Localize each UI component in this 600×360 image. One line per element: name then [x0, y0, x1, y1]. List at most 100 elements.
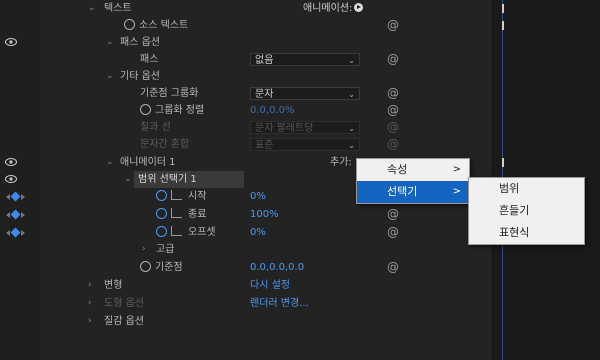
animate-label: 애니메이션:: [303, 3, 353, 14]
pickwhip-icon[interactable]: @: [387, 224, 399, 241]
submenu-item-range[interactable]: 범위: [469, 178, 584, 200]
anchor-grouping-dropdown[interactable]: 문자 ⌄: [250, 87, 360, 100]
fill-stroke-label: 칠과 선: [140, 122, 171, 133]
offset-label: 오프셋: [152, 224, 220, 241]
stopwatch-icon[interactable]: [140, 103, 151, 115]
inter-char-blend-dropdown[interactable]: 표준 ⌄: [250, 138, 360, 151]
graph-icon[interactable]: [171, 190, 182, 200]
fill-stroke-dropdown[interactable]: 문자 팔레트당 ⌄: [250, 121, 360, 134]
path-options-row[interactable]: ⌄ 패스 옵션: [0, 34, 492, 51]
context-menu: 속성 > 선택기 >: [356, 158, 470, 204]
chevron-down-icon: ⌄: [348, 141, 355, 150]
path-dropdown[interactable]: 없음 ⌄: [250, 53, 360, 66]
offset-row[interactable]: 오프셋 0% @: [0, 224, 492, 241]
fill-stroke-value: 문자 팔레트당: [255, 123, 314, 134]
path-options-label: 패스 옵션: [120, 37, 160, 48]
anchor-grouping-label: 기준점 그룹화: [140, 88, 199, 99]
anchor-point-label: 기준점: [136, 259, 187, 276]
path-label: 패스: [140, 54, 159, 65]
submenu-item-expression[interactable]: 표현식: [469, 222, 584, 244]
chevron-right-icon[interactable]: ›: [142, 241, 146, 258]
grouping-alignment-row[interactable]: 그룹화 정렬 0.0,0.0% @: [0, 102, 492, 119]
chevron-down-icon[interactable]: ⌄: [124, 171, 132, 188]
anchor-point-row[interactable]: 기준점 0.0,0.0,0.0 @: [0, 259, 492, 276]
chevron-down-icon: ⌄: [348, 124, 355, 133]
chevron-right-icon[interactable]: ›: [88, 277, 92, 294]
chevron-down-icon[interactable]: ⌄: [106, 68, 114, 85]
more-options-label: 기타 옵션: [120, 71, 160, 82]
eye-icon[interactable]: [5, 158, 17, 166]
keyframe-navigator[interactable]: [6, 206, 25, 223]
transform-label: 변형: [104, 280, 123, 291]
chevron-right-icon[interactable]: ›: [88, 295, 92, 312]
stopwatch-icon[interactable]: [156, 189, 167, 201]
stopwatch-icon[interactable]: [140, 260, 151, 272]
source-text-label: 소스 텍스트: [120, 17, 192, 34]
eye-icon[interactable]: [5, 175, 17, 183]
text-group-label: 텍스트: [104, 3, 132, 14]
geometry-options-label: 도형 옵션: [104, 298, 144, 309]
grouping-alignment-label: 그룹화 정렬: [136, 102, 208, 119]
keyframe-navigator[interactable]: [6, 188, 25, 205]
prev-keyframe-icon: [6, 211, 10, 218]
more-options-row[interactable]: ⌄ 기타 옵션: [0, 68, 492, 85]
pickwhip-icon[interactable]: @: [387, 17, 399, 34]
anchor-grouping-row[interactable]: 기준점 그룹화 문자 ⌄ @: [0, 85, 492, 102]
path-row[interactable]: 패스 없음 ⌄ @: [0, 51, 492, 68]
advanced-row[interactable]: › 고급: [0, 241, 492, 258]
next-keyframe-icon: [21, 229, 25, 236]
material-options-row[interactable]: › 질감 옵션: [0, 313, 492, 330]
end-row[interactable]: 종료 100% @: [0, 206, 492, 223]
keyframe-navigator[interactable]: [6, 224, 25, 241]
start-value[interactable]: 0%: [250, 188, 266, 205]
pickwhip-icon[interactable]: @: [387, 102, 399, 119]
material-options-label: 질감 옵션: [104, 316, 144, 327]
pickwhip-icon[interactable]: @: [387, 85, 399, 102]
chevron-right-icon[interactable]: ›: [88, 313, 92, 330]
graph-icon[interactable]: [171, 226, 182, 236]
prev-keyframe-icon: [6, 229, 10, 236]
menu-item-selector[interactable]: 선택기 >: [357, 181, 469, 203]
layer-bar-marker: [502, 21, 504, 30]
pickwhip-icon[interactable]: @: [387, 259, 399, 276]
stopwatch-icon[interactable]: [124, 18, 135, 30]
grouping-alignment-value[interactable]: 0.0,0.0%: [250, 102, 295, 119]
transform-row[interactable]: › 변형 다시 설정: [0, 277, 492, 294]
text-group-row[interactable]: ⌄ 텍스트 애니메이션:: [0, 0, 504, 17]
menu-item-property-label: 속성: [387, 163, 408, 176]
stopwatch-icon[interactable]: [156, 225, 167, 237]
transform-reset-link[interactable]: 다시 설정: [250, 277, 290, 294]
pickwhip-icon[interactable]: @: [387, 51, 399, 68]
chevron-down-icon[interactable]: ⌄: [88, 0, 96, 17]
play-icon[interactable]: [354, 2, 364, 12]
chevron-down-icon[interactable]: ⌄: [106, 34, 114, 51]
geometry-options-row[interactable]: › 도형 옵션 렌더러 변경...: [0, 295, 492, 312]
anchor-point-value[interactable]: 0.0,0.0,0.0: [250, 259, 304, 276]
pickwhip-icon[interactable]: @: [387, 119, 399, 136]
fill-stroke-row[interactable]: 칠과 선 문자 팔레트당 ⌄ @: [0, 119, 492, 136]
animator-label: 애니메이터 1: [120, 157, 176, 168]
animator-add-label[interactable]: 추가:: [326, 154, 356, 171]
animate-menu[interactable]: 애니메이션:: [303, 0, 364, 17]
stopwatch-icon[interactable]: [156, 207, 167, 219]
end-label: 종료: [152, 206, 210, 223]
end-value[interactable]: 100%: [250, 206, 279, 223]
pickwhip-icon[interactable]: @: [387, 206, 399, 223]
graph-icon[interactable]: [171, 208, 182, 218]
keyframe-icon: [10, 227, 21, 238]
inter-char-blend-value: 표준: [255, 140, 274, 151]
chevron-down-icon: ⌄: [348, 56, 355, 65]
menu-item-property[interactable]: 속성 >: [357, 159, 469, 181]
path-value: 없음: [255, 55, 274, 66]
chevron-down-icon[interactable]: ⌄: [106, 154, 114, 171]
eye-icon[interactable]: [5, 38, 17, 46]
change-renderer-link[interactable]: 렌더러 변경...: [250, 295, 309, 312]
keyframe-icon: [10, 191, 21, 202]
next-keyframe-icon: [21, 211, 25, 218]
menu-item-selector-label: 선택기: [387, 185, 418, 198]
source-text-row[interactable]: 소스 텍스트 @: [0, 17, 504, 34]
offset-value[interactable]: 0%: [250, 224, 266, 241]
pickwhip-icon[interactable]: @: [387, 136, 399, 153]
submenu-item-wiggly[interactable]: 흔들기: [469, 200, 584, 222]
inter-char-blend-row[interactable]: 문자간 혼합 표준 ⌄ @: [0, 136, 492, 153]
